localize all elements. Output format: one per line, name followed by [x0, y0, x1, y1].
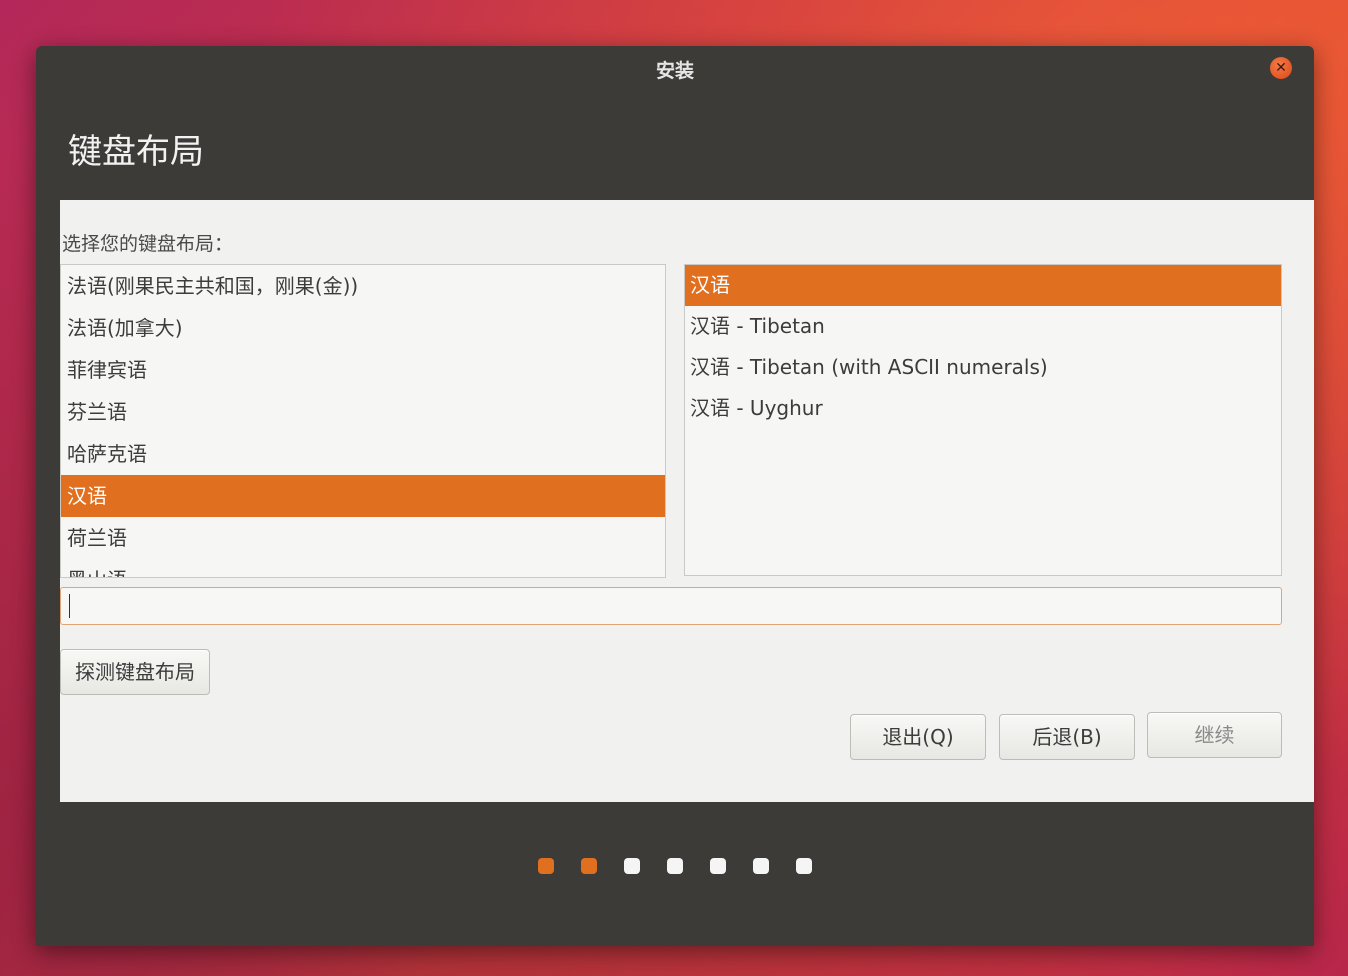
variant-item-selected[interactable]: 汉语	[685, 265, 1281, 306]
quit-button[interactable]: 退出(Q)	[850, 714, 986, 760]
layout-item[interactable]: 芬兰语	[61, 391, 665, 433]
keyboard-test-input[interactable]	[60, 587, 1282, 625]
continue-button[interactable]: 继续	[1147, 712, 1282, 758]
layout-item[interactable]: 菲律宾语	[61, 349, 665, 391]
layout-item[interactable]: 黑山语	[61, 559, 665, 577]
layout-item[interactable]: 荷兰语	[61, 517, 665, 559]
progress-dots	[36, 858, 1314, 874]
installer-window: 安装 ✕ 键盘布局 选择您的键盘布局： 法语(刚果民主共和国，刚果(金)) 法语…	[36, 46, 1314, 946]
progress-step-dot	[710, 858, 726, 874]
text-caret	[69, 594, 70, 618]
keyboard-layout-list[interactable]: 法语(刚果民主共和国，刚果(金)) 法语(加拿大) 菲律宾语 芬兰语 哈萨克语 …	[60, 264, 666, 578]
layout-item[interactable]: 哈萨克语	[61, 433, 665, 475]
layout-prompt: 选择您的键盘布局：	[62, 233, 234, 255]
variant-item[interactable]: 汉语 - Tibetan (with ASCII numerals)	[685, 347, 1281, 388]
content-panel: 选择您的键盘布局： 法语(刚果民主共和国，刚果(金)) 法语(加拿大) 菲律宾语…	[60, 200, 1314, 802]
layout-item-selected[interactable]: 汉语	[61, 475, 665, 517]
progress-step-dot	[624, 858, 640, 874]
progress-step-dot	[538, 858, 554, 874]
progress-step-dot	[667, 858, 683, 874]
layout-item[interactable]: 法语(加拿大)	[61, 307, 665, 349]
progress-footer	[36, 802, 1314, 946]
progress-step-dot	[581, 858, 597, 874]
layout-item[interactable]: 法语(刚果民主共和国，刚果(金))	[61, 265, 665, 307]
progress-step-dot	[753, 858, 769, 874]
variant-item[interactable]: 汉语 - Tibetan	[685, 306, 1281, 347]
back-button[interactable]: 后退(B)	[999, 714, 1135, 760]
close-icon[interactable]: ✕	[1270, 57, 1292, 79]
variant-item[interactable]: 汉语 - Uyghur	[685, 388, 1281, 429]
keyboard-variant-list[interactable]: 汉语 汉语 - Tibetan 汉语 - Tibetan (with ASCII…	[684, 264, 1282, 576]
detect-keyboard-button[interactable]: 探测键盘布局	[60, 649, 210, 695]
window-title: 安装	[655, 59, 694, 82]
progress-step-dot	[796, 858, 812, 874]
page-title: 键盘布局	[68, 132, 204, 172]
